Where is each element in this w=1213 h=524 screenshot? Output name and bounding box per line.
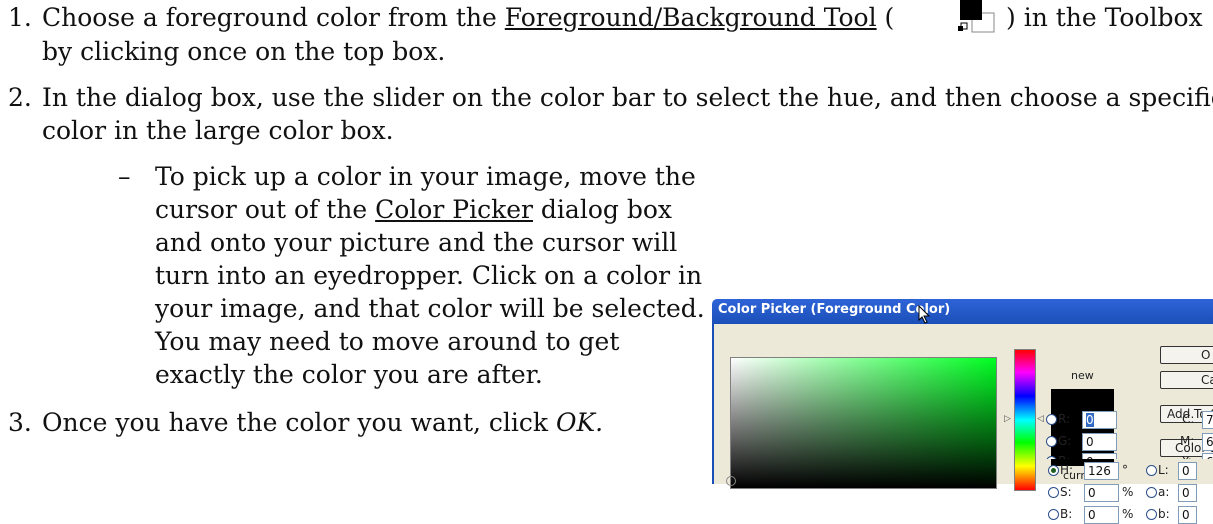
rgb-red-radio[interactable] [1046, 414, 1057, 425]
saturation-unit: % [1122, 485, 1134, 499]
a-label: a: [1158, 485, 1170, 499]
brightness-input[interactable]: 0 [1084, 506, 1119, 524]
foreground-background-tool-icon [950, 0, 1002, 33]
step-1-number: 1. [8, 3, 32, 32]
red-input[interactable]: 0 [1082, 411, 1117, 429]
step-2-line-1: In the dialog box, use the slider on the… [42, 83, 1213, 112]
subitem-line-2: cursor out of the Color Picker dialog bo… [155, 195, 672, 225]
brightness-radio[interactable] [1048, 509, 1059, 520]
blue-input[interactable]: 0 [1082, 453, 1117, 459]
green-radio[interactable] [1046, 436, 1057, 447]
l-input[interactable]: 0 [1178, 462, 1197, 480]
step-3-number: 3. [8, 408, 32, 437]
subitem-line-1: To pick up a color in your image, move t… [155, 162, 696, 191]
magenta-label: M: [1180, 434, 1195, 448]
step-1-text-after: ) in the Toolbox [1006, 3, 1203, 32]
subitem-dash: – [118, 162, 131, 191]
step-3-ok-emphasis: OK. [555, 408, 604, 437]
yellow-input[interactable]: 6 [1202, 453, 1213, 459]
green-input[interactable]: 0 [1082, 433, 1117, 451]
step-1-line-2: by clicking once on the top box. [42, 37, 446, 66]
hue-label: H: [1060, 463, 1074, 477]
yellow-label: Y: [1182, 454, 1192, 459]
l-label: L: [1158, 463, 1169, 477]
step-3-text: Once you have the color you want, click [42, 408, 556, 437]
saturation-label: S: [1060, 485, 1072, 499]
dialog-lower-fields: R: 0 G: 0 B: 0 C: 7 M: 6 Y: 6 [712, 299, 1213, 459]
l-radio[interactable] [1146, 465, 1157, 476]
subitem-line-2-before: cursor out of the [155, 195, 376, 224]
subitem-line-2-after: dialog box [532, 195, 672, 224]
cyan-input[interactable]: 7 [1202, 411, 1213, 429]
step-1-text-before: Choose a foreground color from the [42, 3, 505, 32]
step-2-line-2: color in the large color box. [42, 116, 394, 145]
red-label: R: [1058, 412, 1071, 426]
red-input-value: 0 [1086, 413, 1094, 427]
a-radio[interactable] [1146, 487, 1157, 498]
brightness-label: B: [1060, 507, 1073, 521]
color-picker-link[interactable]: Color Picker [375, 195, 533, 224]
blue-label: B: [1058, 454, 1070, 459]
a-input[interactable]: 0 [1178, 484, 1197, 502]
subitem-line-5: your image, and that color will be selec… [155, 294, 705, 323]
b-lab-radio[interactable] [1146, 509, 1157, 520]
step-1-text-paren: ( [876, 3, 895, 32]
saturation-input[interactable]: 0 [1084, 484, 1119, 502]
step-3-line: Once you have the color you want, click … [42, 408, 603, 438]
hue-radio[interactable] [1048, 465, 1059, 476]
foreground-background-tool-link[interactable]: Foreground/Background Tool [505, 3, 877, 32]
subitem-line-7: exactly the color you are after. [155, 360, 543, 389]
subitem-line-6: You may need to move around to get [155, 327, 620, 356]
subitem-line-4: turn into an eyedropper. Click on a colo… [155, 261, 703, 290]
subitem-line-3: and onto your picture and the cursor wil… [155, 228, 678, 257]
saturation-radio[interactable] [1048, 487, 1059, 498]
green-label: G: [1058, 434, 1072, 448]
step-2-number: 2. [8, 83, 32, 112]
b-lab-input[interactable]: 0 [1178, 506, 1197, 524]
step-1-line-1: Choose a foreground color from the Foreg… [42, 3, 894, 33]
cyan-label: C: [1182, 412, 1195, 426]
hue-input[interactable]: 126 [1084, 462, 1119, 480]
hue-unit: ° [1122, 463, 1128, 477]
color-field-marker[interactable] [726, 476, 736, 486]
brightness-unit: % [1122, 507, 1134, 521]
b-lab-label: b: [1158, 507, 1170, 521]
magenta-input[interactable]: 6 [1202, 433, 1213, 451]
